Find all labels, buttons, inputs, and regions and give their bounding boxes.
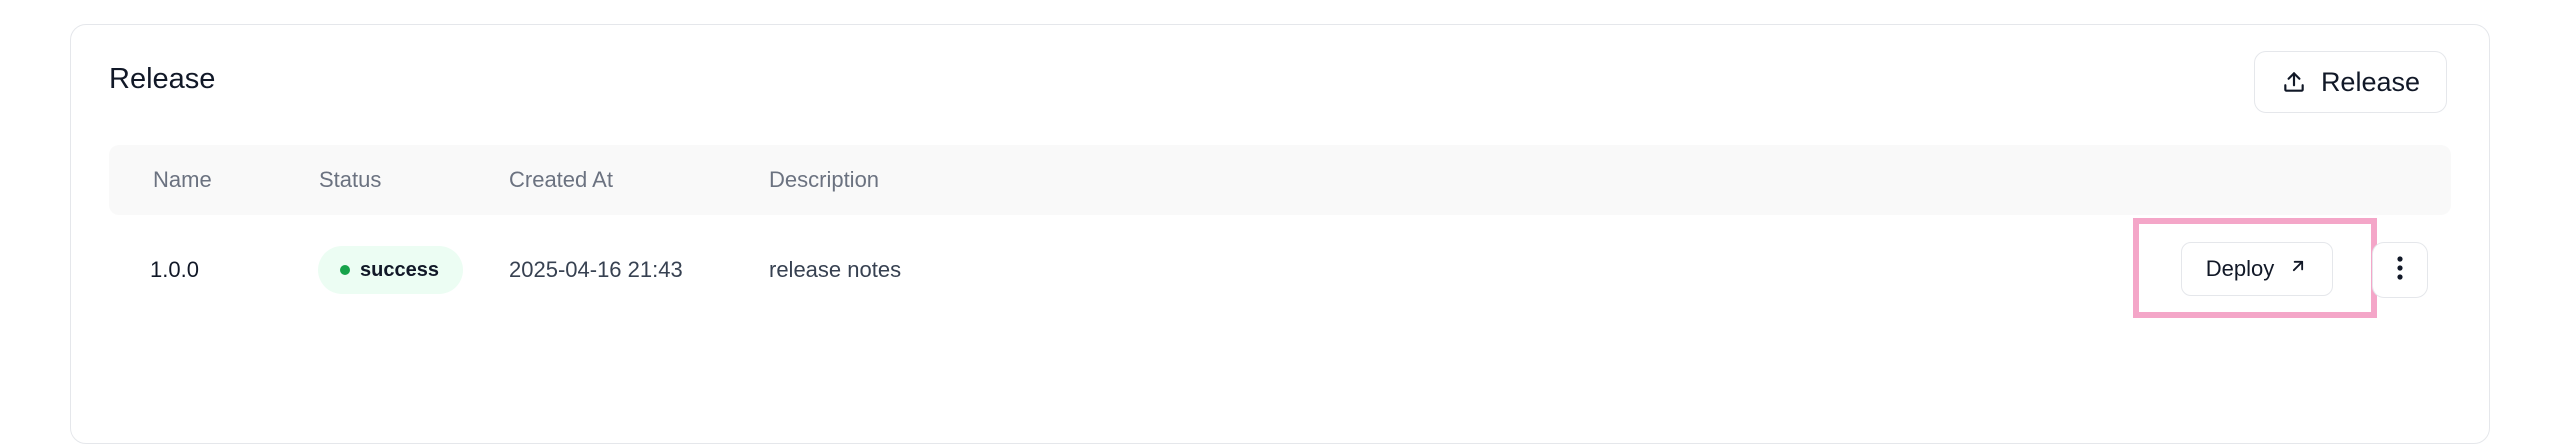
release-name: 1.0.0 [150,257,199,282]
description: release notes [769,257,902,282]
status-dot [340,265,350,275]
status-badge: success [318,246,463,294]
more-actions-button[interactable] [2372,242,2428,298]
column-header-name: Name [153,167,212,192]
status-cell: success [318,225,463,315]
created-at: 2025-04-16 21:43 [509,257,683,282]
release-card: Release Release Name Status Created At D… [70,24,2490,444]
deploy-button[interactable]: Deploy [2181,242,2333,296]
column-header-status: Status [319,167,382,192]
upload-icon [2281,69,2307,95]
release-button-label: Release [2320,66,2420,97]
arrow-up-right-icon [2288,256,2308,282]
table-header: Name Status Created At Description [109,145,2451,215]
more-vertical-icon [2396,255,2404,286]
column-header-description: Description [769,167,880,192]
card-title: Release [109,63,216,95]
status-text: success [360,258,439,281]
deploy-button-label: Deploy [2205,256,2275,281]
release-button[interactable]: Release [2253,51,2447,113]
table-row: 1.0.0 success 2025-04-16 21:43 release n… [109,225,2451,315]
column-header-created-at: Created At [509,167,613,192]
